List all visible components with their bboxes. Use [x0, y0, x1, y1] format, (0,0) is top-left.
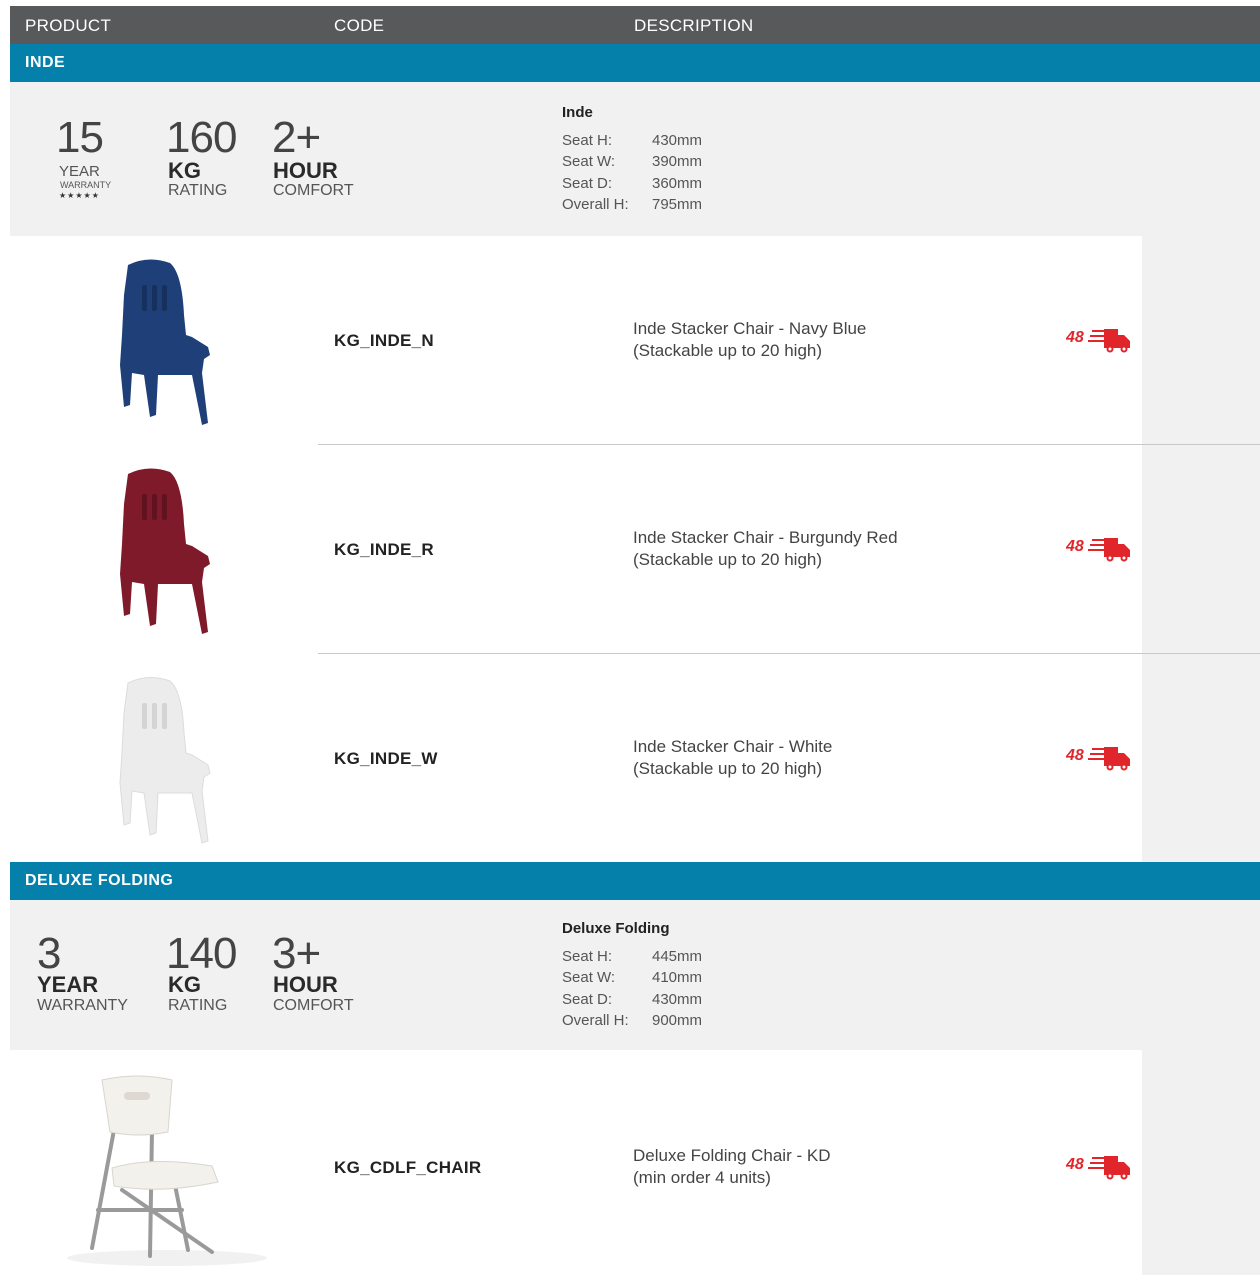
- spec-row: Seat W: 410mm: [562, 969, 702, 990]
- spec-key: Seat W:: [562, 153, 616, 171]
- description-line: Deluxe Folding Chair - KD: [633, 1146, 831, 1165]
- description-line: (Stackable up to 20 high): [633, 759, 823, 778]
- spec-value: 410mm: [652, 969, 703, 987]
- comfort-number: 3+: [272, 929, 321, 978]
- spec-value: 360mm: [652, 174, 703, 192]
- product-description: Deluxe Folding Chair - KD (min order 4 u…: [633, 1145, 830, 1189]
- description-line: (Stackable up to 20 high): [633, 341, 823, 360]
- chair-image-white: [119, 677, 211, 844]
- spec-table: Seat H: 445mm Seat W: 410mm Seat D: 430mm O…: [562, 948, 702, 1033]
- product-code: KG_INDE_N: [334, 331, 435, 350]
- warranty-label: WARRANTY: [60, 180, 112, 190]
- warranty-number: 15: [56, 113, 104, 162]
- description-line: Inde Stacker Chair - Burgundy Red: [633, 528, 898, 547]
- spec-value: 445mm: [652, 948, 703, 965]
- column-product: PRODUCT: [25, 16, 112, 35]
- spec-panel-deluxe-folding: 3 YEAR WARRANTY 140 KG RATING 3+ HOUR CO…: [10, 900, 1260, 1050]
- column-code: CODE: [334, 16, 385, 35]
- delivery-truck-icon: 48: [1066, 538, 1130, 562]
- spec-row: Overall H: 900mm: [562, 1012, 702, 1033]
- warranty-stars: ★★★★★: [59, 191, 100, 200]
- spec-key: Overall H:: [562, 1011, 629, 1029]
- spec-row: Seat W: 390mm: [562, 153, 702, 174]
- chair-image-deluxe-folding: [67, 1075, 267, 1266]
- comfort-label: COMFORT: [273, 997, 354, 1014]
- spec-value: 430mm: [652, 132, 703, 149]
- delivery-truck-icon: 48: [1066, 1156, 1130, 1180]
- description-line: (Stackable up to 20 high): [633, 550, 823, 569]
- description-line: (min order 4 units): [633, 1168, 771, 1187]
- product-code: KG_INDE_W: [334, 749, 438, 768]
- column-description: DESCRIPTION: [634, 16, 754, 35]
- rating-unit: KG: [168, 158, 201, 183]
- spec-value: 390mm: [652, 153, 703, 171]
- spec-title: Inde: [562, 104, 593, 121]
- rating-number: 140: [166, 929, 237, 978]
- spec-title: Deluxe Folding: [562, 920, 670, 937]
- row-divider: [318, 444, 1260, 445]
- spec-key: Seat H:: [562, 132, 613, 149]
- spec-value: 900mm: [652, 1011, 703, 1029]
- chair-image-burgundy: [120, 468, 210, 634]
- product-code: KG_INDE_R: [334, 540, 435, 559]
- product-catalog-page: PRODUCT CODE DESCRIPTION INDE 15 YEAR WA…: [0, 0, 1260, 1275]
- section-title: DELUXE FOLDING: [25, 872, 174, 889]
- product-description: Inde Stacker Chair - Navy Blue (Stackabl…: [633, 318, 866, 362]
- warranty-unit: YEAR: [59, 163, 100, 180]
- rating-number: 160: [166, 113, 237, 162]
- product-description: Inde Stacker Chair - Burgundy Red (Stack…: [633, 527, 898, 571]
- shipping-days: 48: [1066, 1156, 1084, 1173]
- right-column-panel: [1142, 1050, 1260, 1275]
- description-line: Inde Stacker Chair - White: [633, 737, 833, 756]
- spec-value: 795mm: [652, 195, 703, 213]
- shipping-days: 48: [1066, 329, 1084, 346]
- column-header-bar: PRODUCT CODE DESCRIPTION: [10, 6, 1260, 44]
- spec-key: Seat W:: [562, 969, 616, 987]
- shipping-days: 48: [1066, 747, 1084, 764]
- spec-row: Seat D: 430mm: [562, 991, 702, 1012]
- product-description: Inde Stacker Chair - White (Stackable up…: [633, 736, 832, 780]
- warranty-unit: YEAR: [37, 972, 99, 997]
- spec-key: Seat D:: [562, 990, 613, 1008]
- section-bar-deluxe-folding: DELUXE FOLDING: [10, 862, 1260, 900]
- description-line: Inde Stacker Chair - Navy Blue: [633, 319, 867, 338]
- spec-panel-inde: 15 YEAR WARRANTY ★★★★★ 160 KG RATING 2+ …: [10, 82, 1260, 236]
- spec-row: Seat H: 430mm: [562, 132, 702, 153]
- spec-key: Overall H:: [562, 195, 629, 213]
- warranty-number: 3: [37, 929, 62, 978]
- delivery-truck-icon: 48: [1066, 329, 1130, 353]
- comfort-label: COMFORT: [273, 182, 354, 199]
- row-divider: [318, 653, 1260, 654]
- rating-label: RATING: [168, 182, 228, 199]
- product-code: KG_CDLF_CHAIR: [334, 1158, 482, 1177]
- section-title: INDE: [25, 54, 66, 71]
- chair-image-navy: [120, 259, 210, 425]
- spec-row: Seat H: 445mm: [562, 948, 702, 969]
- spec-key: Seat D:: [562, 174, 613, 192]
- rating-label: RATING: [168, 997, 228, 1014]
- rating-unit: KG: [168, 972, 201, 997]
- spec-row: Overall H: 795mm: [562, 196, 702, 217]
- right-column-panel: [1142, 236, 1260, 862]
- spec-key: Seat H:: [562, 948, 613, 965]
- spec-value: 430mm: [652, 990, 703, 1008]
- shipping-days: 48: [1066, 538, 1084, 555]
- warranty-label: WARRANTY: [37, 997, 128, 1014]
- spec-table: Seat H: 430mm Seat W: 390mm Seat D: 360mm O…: [562, 132, 702, 217]
- comfort-number: 2+: [272, 113, 321, 162]
- delivery-truck-icon: 48: [1066, 747, 1130, 771]
- comfort-unit: HOUR: [273, 972, 338, 997]
- spec-row: Seat D: 360mm: [562, 175, 702, 196]
- section-bar-inde: INDE: [10, 44, 1260, 82]
- comfort-unit: HOUR: [273, 158, 338, 183]
